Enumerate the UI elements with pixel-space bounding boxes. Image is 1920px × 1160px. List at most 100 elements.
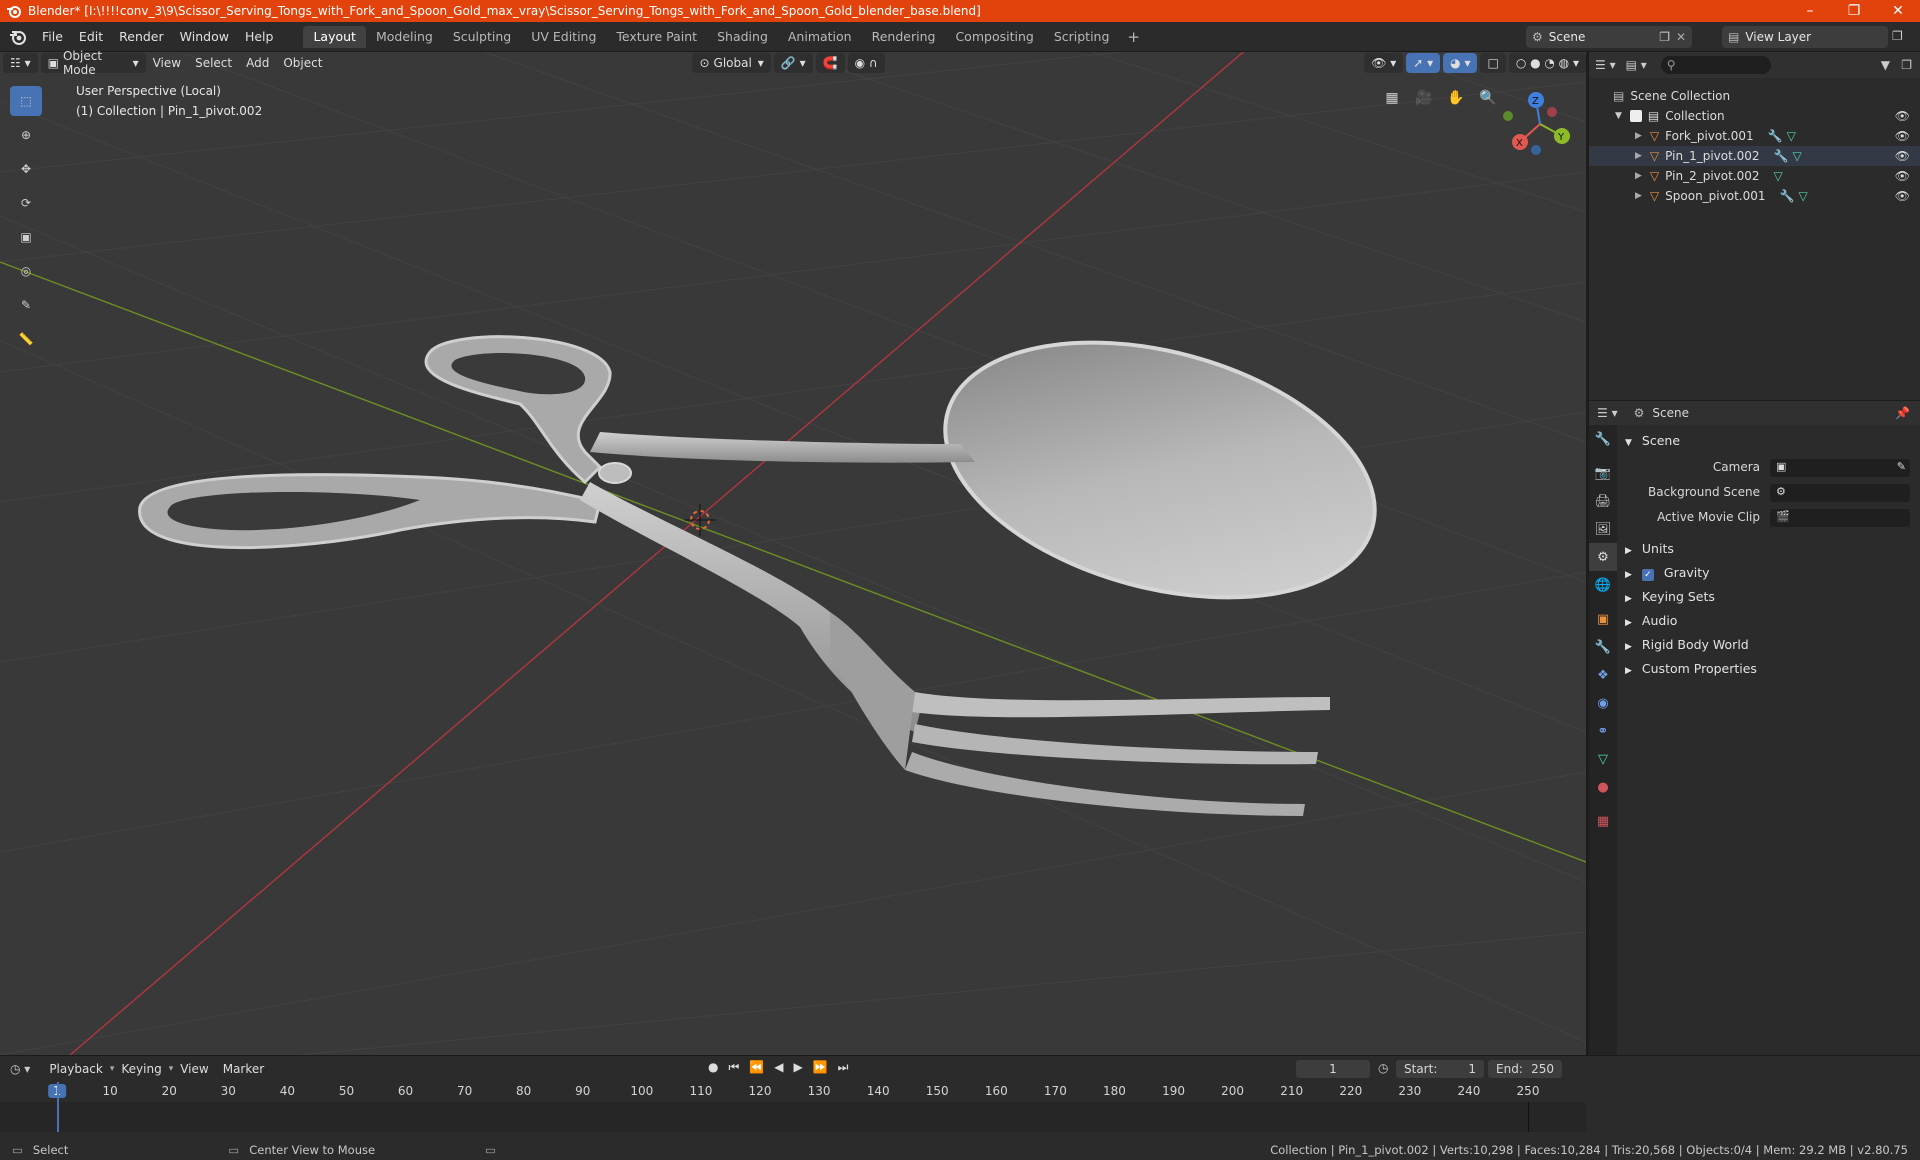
add-workspace-button[interactable]: + xyxy=(1119,28,1148,46)
camera-view-icon[interactable]: 🎥 xyxy=(1412,86,1436,110)
tab-uv-editing[interactable]: UV Editing xyxy=(521,26,606,48)
minimize-button[interactable]: – xyxy=(1788,0,1832,22)
collection-row[interactable]: ▼ ▤ Collection 👁 xyxy=(1589,106,1920,126)
tab-scripting[interactable]: Scripting xyxy=(1044,26,1120,48)
menu-window[interactable]: Window xyxy=(172,26,237,48)
fork-base[interactable] xyxy=(830,612,915,770)
playhead[interactable] xyxy=(57,1082,59,1132)
restore-button[interactable]: ❐ xyxy=(1832,0,1876,22)
next-keyframe-icon[interactable]: ⏩ xyxy=(813,1060,828,1075)
eye-icon[interactable]: 👁 xyxy=(1895,169,1910,183)
current-frame-field[interactable]: 1 xyxy=(1296,1060,1370,1078)
active-movie-clip-field[interactable]: 🎬 xyxy=(1770,509,1910,527)
tab-animation[interactable]: Animation xyxy=(778,26,862,48)
spoon-bowl[interactable] xyxy=(917,299,1403,641)
navigation-gizmo[interactable]: Z Y X xyxy=(1503,92,1570,155)
outliner-item[interactable]: ▶ ▽ Spoon_pivot.001 🔧 ▽ 👁 xyxy=(1589,186,1920,206)
timeline-menu-playback[interactable]: Playback xyxy=(42,1062,110,1076)
tab-modeling[interactable]: Modeling xyxy=(366,26,443,48)
proportional-edit-toggle[interactable]: ◉ ∩ xyxy=(847,53,885,73)
end-frame-field[interactable]: End: 250 xyxy=(1488,1060,1562,1078)
data-tab-icon[interactable]: ▽ xyxy=(1589,745,1617,773)
play-reverse-icon[interactable]: ◀ xyxy=(774,1060,783,1075)
tab-sculpting[interactable]: Sculpting xyxy=(443,26,521,48)
prev-keyframe-icon[interactable]: ⏪ xyxy=(749,1060,764,1075)
constraints-tab-icon[interactable]: ⚭ xyxy=(1589,717,1617,745)
scene-tab-icon[interactable]: ⚙ xyxy=(1589,543,1617,571)
outliner-editor-icon[interactable]: ☰ ▾ xyxy=(1595,58,1616,72)
annotate-icon[interactable]: ✎ xyxy=(10,290,42,320)
copy-icon[interactable]: ❐ xyxy=(1659,30,1670,44)
overlay-toggle[interactable]: ◕ ▾ xyxy=(1443,53,1478,73)
expand-triangle-icon[interactable]: ▶ xyxy=(1635,191,1642,201)
pivot-pin[interactable] xyxy=(598,462,632,484)
viewport-menu-view[interactable]: View xyxy=(146,56,188,70)
pan-hand-icon[interactable]: ✋ xyxy=(1444,86,1468,110)
tab-layout[interactable]: Layout xyxy=(303,25,366,48)
expand-triangle-icon[interactable]: ▶ xyxy=(1635,151,1642,161)
record-icon[interactable]: ● xyxy=(708,1060,718,1075)
texture-tab-icon[interactable]: ▦ xyxy=(1589,807,1617,835)
gizmo-toggle[interactable]: ➚ ▾ xyxy=(1406,53,1441,73)
viewport-menu-object[interactable]: Object xyxy=(276,56,329,70)
xray-toggle[interactable]: □ xyxy=(1480,53,1506,73)
grid-view-icon[interactable]: ▦ xyxy=(1380,86,1404,110)
scene-collection-row[interactable]: ▤ Scene Collection xyxy=(1589,86,1920,106)
pin-icon[interactable]: 📌 xyxy=(1895,406,1910,420)
timeline-menu-view[interactable]: View xyxy=(173,1062,215,1076)
scene-panel-header[interactable]: ▼ Scene xyxy=(1625,433,1680,448)
physics-tab-icon[interactable]: ◉ xyxy=(1589,689,1617,717)
shading-modes[interactable]: ○ ● ◔ ◍ ▾ xyxy=(1508,53,1586,73)
audio-panel-header[interactable]: ▶ Audio xyxy=(1625,613,1677,628)
object-tab-icon[interactable]: ▣ xyxy=(1589,605,1617,633)
transform-orientation-selector[interactable]: ⊙ Global ▾ xyxy=(692,53,771,73)
rotate-icon[interactable]: ⟳ xyxy=(10,188,42,218)
3d-viewport[interactable]: Z Y X xyxy=(0,52,1586,1055)
expand-triangle-icon[interactable]: ▼ xyxy=(1615,111,1622,121)
transform-icon[interactable]: ◎ xyxy=(10,256,42,286)
expand-triangle-icon[interactable]: ▶ xyxy=(1635,131,1642,141)
eye-icon[interactable]: 👁 xyxy=(1895,129,1910,143)
gravity-checkbox[interactable]: ✓ xyxy=(1641,569,1654,581)
eyedropper-icon[interactable]: ✎ xyxy=(1897,460,1906,473)
jump-start-icon[interactable]: ⏮ xyxy=(728,1060,739,1075)
viewport-menu-select[interactable]: Select xyxy=(188,56,239,70)
tab-shading[interactable]: Shading xyxy=(707,26,778,48)
clock-icon[interactable]: ◷ xyxy=(1378,1061,1388,1075)
jump-end-icon[interactable]: ⏭ xyxy=(838,1060,849,1075)
mode-selector[interactable]: ▣ Object Mode ▾ xyxy=(40,49,146,77)
eye-icon[interactable]: 👁 xyxy=(1895,109,1910,123)
view-layer-selector[interactable]: ▤ View Layer xyxy=(1722,26,1888,48)
tab-texture-paint[interactable]: Texture Paint xyxy=(606,26,707,48)
modifier-tab-icon[interactable]: 🔧 xyxy=(1589,633,1617,661)
filter-icon[interactable]: ▼ xyxy=(1881,58,1890,72)
checkbox-icon[interactable] xyxy=(1629,110,1642,122)
rigid-body-world-panel-header[interactable]: ▶ Rigid Body World xyxy=(1625,637,1749,652)
units-panel-header[interactable]: ▶ Units xyxy=(1625,541,1674,556)
menu-help[interactable]: Help xyxy=(237,26,282,48)
background-scene-field[interactable]: ⚙ xyxy=(1770,484,1910,502)
editor-type-button[interactable]: ☷ ▾ xyxy=(3,53,38,73)
timeline-ruler[interactable]: 1102030405060708090100110120130140150160… xyxy=(0,1082,1586,1102)
blender-menu-icon[interactable] xyxy=(8,27,28,47)
play-icon[interactable]: ▶ xyxy=(793,1060,802,1075)
menu-file[interactable]: File xyxy=(34,26,71,48)
timeline-editor-icon[interactable]: ◷ ▾ xyxy=(10,1062,30,1076)
timeline-track[interactable] xyxy=(0,1082,1586,1132)
tab-compositing[interactable]: Compositing xyxy=(945,26,1043,48)
menu-edit[interactable]: Edit xyxy=(71,26,111,48)
scale-icon[interactable]: ▣ xyxy=(10,222,42,252)
timeline-menu-marker[interactable]: Marker xyxy=(216,1062,271,1076)
spoon-handle[interactable] xyxy=(590,432,975,463)
outliner-item[interactable]: ▶ ▽ Fork_pivot.001 🔧 ▽ 👁 xyxy=(1589,126,1920,146)
properties-editor-icon[interactable]: ☰ ▾ xyxy=(1597,406,1618,420)
menu-render[interactable]: Render xyxy=(111,26,172,48)
timeline-menu-keying[interactable]: Keying xyxy=(114,1062,168,1076)
move-icon[interactable]: ✥ xyxy=(10,154,42,184)
measure-icon[interactable]: 📏 xyxy=(10,324,42,354)
gravity-panel-header[interactable]: ▶ ✓ Gravity xyxy=(1625,565,1710,581)
start-frame-field[interactable]: Start: 1 xyxy=(1396,1060,1484,1078)
outliner-item[interactable]: ▶ ▽ Pin_2_pivot.002 ▽ 👁 xyxy=(1589,166,1920,186)
zoom-icon[interactable]: 🔍 xyxy=(1476,86,1500,110)
scene-selector[interactable]: ⚙ Scene ❐ ✕ xyxy=(1526,26,1692,48)
